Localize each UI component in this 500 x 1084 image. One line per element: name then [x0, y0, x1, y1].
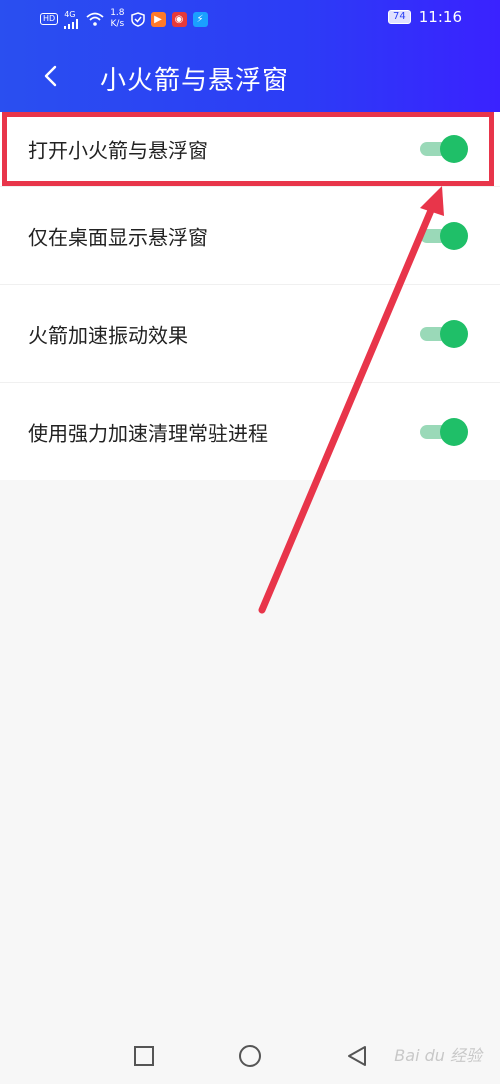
speed-value: 1.8	[110, 8, 125, 18]
square-icon	[134, 1046, 154, 1066]
toggle-knob	[440, 135, 468, 163]
recent-apps-button[interactable]	[132, 1044, 156, 1068]
network-label: 4G	[64, 9, 76, 19]
watermark: Bai du 经验	[394, 1046, 482, 1065]
setting-row-force-clean: 使用强力加速清理常驻进程	[0, 383, 500, 480]
circle-icon	[239, 1045, 261, 1067]
shield-icon	[130, 11, 145, 27]
back-button[interactable]	[38, 58, 62, 94]
setting-row-desktop-only: 仅在桌面显示悬浮窗	[0, 187, 500, 285]
setting-row-floating-rocket: 打开小火箭与悬浮窗	[0, 112, 500, 187]
setting-label: 打开小火箭与悬浮窗	[28, 138, 208, 163]
toggle-vibration[interactable]	[420, 319, 468, 348]
network-indicator: 4G	[64, 10, 80, 29]
status-left: HD 4G 1.8 K/s ▶ ◉ ⚡	[40, 8, 208, 30]
toggle-knob	[440, 417, 468, 446]
battery-icon: 74	[388, 10, 411, 24]
speed-unit: K/s	[110, 19, 125, 29]
toggle-desktop-only[interactable]	[420, 221, 468, 250]
toggle-knob	[440, 221, 468, 250]
clock: 11:16	[418, 8, 462, 26]
wifi-icon	[86, 12, 104, 26]
nav-back-button[interactable]	[345, 1044, 369, 1068]
status-right: 74 11:16	[388, 8, 462, 26]
triangle-back-icon	[348, 1046, 366, 1066]
bolt-app-icon: ⚡	[192, 11, 208, 27]
video-app-icon: ▶	[150, 11, 166, 27]
network-speed: 1.8 K/s	[110, 8, 124, 30]
signal-icon	[64, 18, 79, 29]
status-bar: HD 4G 1.8 K/s ▶ ◉ ⚡ 74 11:16	[0, 0, 500, 38]
setting-label: 使用强力加速清理常驻进程	[28, 421, 268, 445]
toggle-floating-rocket[interactable]	[420, 135, 468, 163]
setting-label: 仅在桌面显示悬浮窗	[28, 225, 208, 249]
setting-label: 火箭加速振动效果	[28, 323, 188, 347]
reader-app-icon: ◉	[171, 11, 187, 27]
settings-list: 打开小火箭与悬浮窗 仅在桌面显示悬浮窗 火箭加速振动效果 使用强力加速清理常驻进…	[0, 112, 500, 480]
app-header: HD 4G 1.8 K/s ▶ ◉ ⚡ 74 11:16 小火箭与悬浮窗	[0, 0, 500, 112]
toggle-knob	[440, 319, 468, 348]
home-button[interactable]	[238, 1044, 262, 1068]
chevron-left-icon	[44, 65, 57, 87]
setting-row-vibration: 火箭加速振动效果	[0, 285, 500, 383]
hd-badge: HD	[40, 13, 59, 25]
toggle-force-clean[interactable]	[420, 417, 468, 446]
page-title: 小火箭与悬浮窗	[100, 66, 290, 96]
